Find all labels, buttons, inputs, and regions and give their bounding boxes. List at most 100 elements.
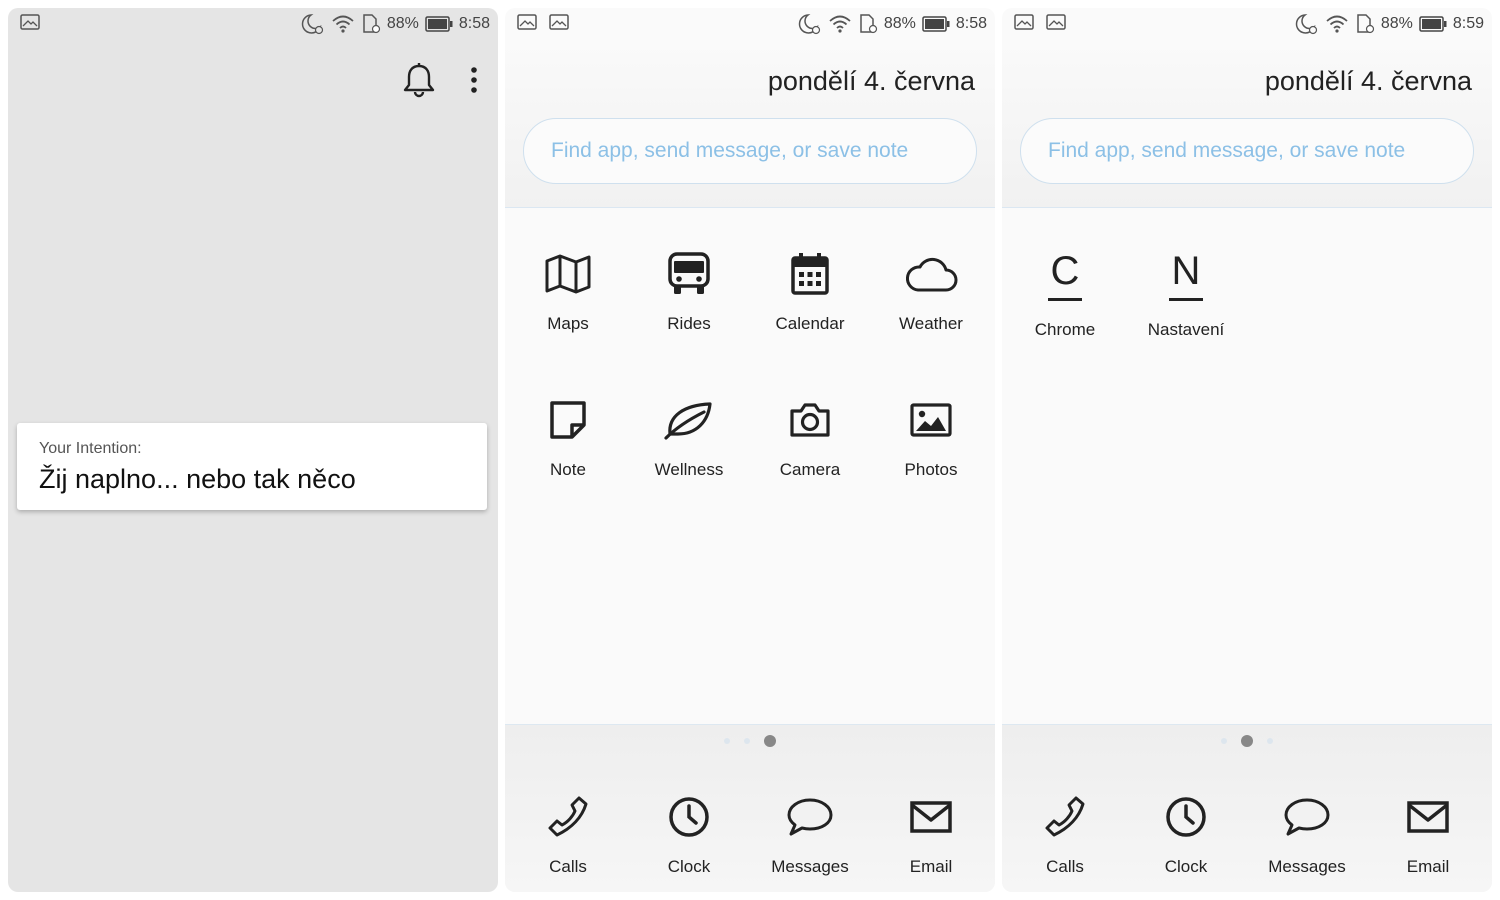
clock-icon <box>1165 796 1207 843</box>
notification-bell-button[interactable] <box>402 62 436 103</box>
app-label: Note <box>550 460 586 479</box>
status-bar: 88% 8:59 <box>1002 8 1492 40</box>
date-label: pondělí 4. června <box>1264 66 1472 96</box>
status-time: 8:59 <box>1452 15 1484 32</box>
search-input[interactable] <box>1048 139 1473 163</box>
dock-calls[interactable]: Calls <box>508 789 628 877</box>
intention-text: Žij naplno... nebo tak něco <box>39 464 356 494</box>
gallery-notification-icon <box>1014 13 1034 35</box>
calendar-icon <box>790 252 830 301</box>
page-dot[interactable] <box>724 738 730 744</box>
do-not-disturb-moon-icon <box>798 13 822 35</box>
launcher-screen-apps: 88% 8:58 pondělí 4. června Maps Rides Ca… <box>505 8 995 892</box>
camera-icon <box>788 401 832 444</box>
letter-underline <box>1169 297 1203 301</box>
chat-bubble-icon <box>786 797 834 842</box>
app-label: Wellness <box>654 460 724 479</box>
app-label: Rides <box>667 314 711 333</box>
gallery-notification-icon <box>1046 13 1066 35</box>
search-bar[interactable] <box>523 118 977 184</box>
cloud-icon <box>904 255 958 298</box>
intention-card[interactable]: Your Intention: Žij naplno... nebo tak n… <box>17 423 487 510</box>
app-maps[interactable]: Maps <box>508 246 628 334</box>
dock-messages[interactable]: Messages <box>750 789 870 877</box>
dock-label: Clock <box>1164 857 1208 876</box>
app-wellness[interactable]: Wellness <box>629 392 749 480</box>
dock-clock[interactable]: Clock <box>629 789 749 877</box>
launcher-screen-letters: 88% 8:59 pondělí 4. června C Chrome N Na… <box>1002 8 1492 892</box>
app-chrome[interactable]: C Chrome <box>1005 244 1125 340</box>
intention-screen: 88% 8:58 Your Intention: Žij naplno... n… <box>8 8 498 892</box>
page-dot-active[interactable] <box>764 735 776 747</box>
page-dot[interactable] <box>1267 738 1273 744</box>
clock-icon <box>668 796 710 843</box>
search-input[interactable] <box>551 139 976 163</box>
app-nastaveni[interactable]: N Nastavení <box>1126 244 1246 340</box>
intention-label: Your Intention: <box>39 440 142 457</box>
app-letter: N <box>1171 248 1201 293</box>
do-not-disturb-moon-icon <box>301 13 325 35</box>
battery-icon <box>425 16 453 32</box>
page-indicator <box>505 735 995 747</box>
app-label: Chrome <box>1034 320 1096 339</box>
page-dot-active[interactable] <box>1241 735 1253 747</box>
leaf-icon <box>664 400 714 445</box>
launcher-header: pondělí 4. června <box>505 40 995 208</box>
search-bar[interactable] <box>1020 118 1474 184</box>
dock-label: Email <box>909 857 953 876</box>
bell-icon <box>402 63 436 102</box>
envelope-icon <box>1406 800 1450 839</box>
page-dot[interactable] <box>1221 738 1227 744</box>
page-dot[interactable] <box>744 738 750 744</box>
sim-card-icon <box>1355 14 1375 34</box>
battery-percent: 88% <box>386 15 419 32</box>
dock-label: Clock <box>667 857 711 876</box>
app-label: Nastavení <box>1147 320 1225 339</box>
dock-email[interactable]: Email <box>1368 789 1488 877</box>
battery-icon <box>1419 16 1447 32</box>
battery-icon <box>922 16 950 32</box>
phone-icon <box>1043 795 1087 844</box>
gallery-notification-icon <box>549 13 569 35</box>
dock-email[interactable]: Email <box>871 789 991 877</box>
app-label: Calendar <box>775 314 845 333</box>
status-time: 8:58 <box>955 15 987 32</box>
dock-label: Messages <box>771 857 849 876</box>
app-label: Weather <box>899 314 963 333</box>
status-bar: 88% 8:58 <box>8 8 498 40</box>
app-letter: C <box>1050 248 1080 293</box>
app-photos[interactable]: Photos <box>871 392 991 480</box>
sim-card-icon <box>361 14 381 34</box>
launcher-header: pondělí 4. června <box>1002 40 1492 208</box>
image-icon <box>910 402 952 442</box>
gallery-notification-icon <box>20 13 40 35</box>
bus-icon <box>667 251 711 301</box>
dock: Calls Clock Messages Email <box>1002 724 1492 892</box>
battery-percent: 88% <box>883 15 916 32</box>
envelope-icon <box>909 800 953 839</box>
app-label: Photos <box>904 460 958 479</box>
map-icon <box>544 254 592 299</box>
date-label: pondělí 4. června <box>767 66 975 96</box>
app-note[interactable]: Note <box>508 392 628 480</box>
app-rides[interactable]: Rides <box>629 246 749 334</box>
app-calendar[interactable]: Calendar <box>750 246 870 334</box>
overflow-menu-button[interactable] <box>468 66 480 99</box>
app-label: Camera <box>779 460 841 479</box>
page-indicator <box>1002 735 1492 747</box>
app-camera[interactable]: Camera <box>750 392 870 480</box>
note-icon <box>549 400 587 445</box>
wifi-icon <box>331 14 355 34</box>
phone-icon <box>546 795 590 844</box>
dock-label: Calls <box>1046 857 1084 876</box>
dock-messages[interactable]: Messages <box>1247 789 1367 877</box>
letter-underline <box>1048 297 1082 301</box>
dock-label: Messages <box>1268 857 1346 876</box>
dock-clock[interactable]: Clock <box>1126 789 1246 877</box>
sim-card-icon <box>858 14 878 34</box>
dock-label: Email <box>1406 857 1450 876</box>
dock-calls[interactable]: Calls <box>1005 789 1125 877</box>
app-weather[interactable]: Weather <box>871 246 991 334</box>
chrome-letter-icon: C <box>1005 244 1125 304</box>
chat-bubble-icon <box>1283 797 1331 842</box>
